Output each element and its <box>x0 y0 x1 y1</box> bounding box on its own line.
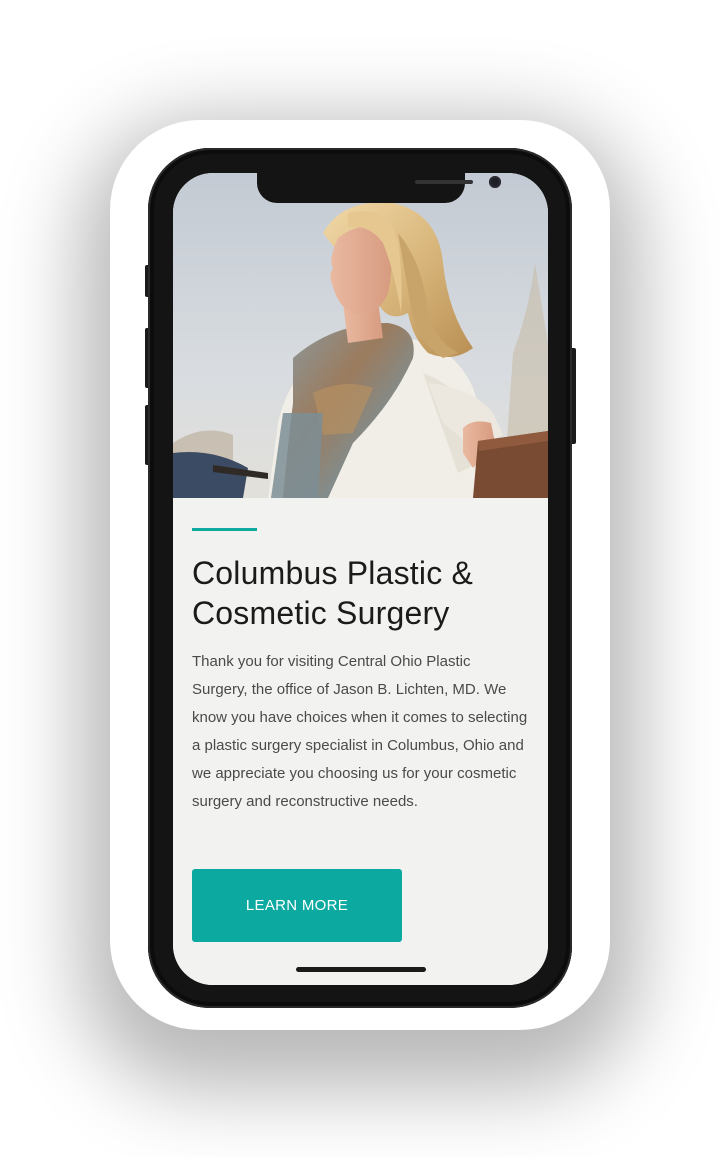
speaker-grille <box>415 180 473 184</box>
intro-paragraph: Thank you for visiting Central Ohio Plas… <box>192 653 528 810</box>
hero-image <box>173 173 548 498</box>
phone-screen: Columbus Plastic & Cosmetic Surgery Than… <box>173 173 548 985</box>
front-camera-icon <box>489 176 501 188</box>
content-panel: Columbus Plastic & Cosmetic Surgery Than… <box>173 498 548 985</box>
phone-notch <box>257 173 501 203</box>
accent-divider <box>192 528 257 531</box>
home-indicator[interactable] <box>296 967 426 972</box>
learn-more-button[interactable]: LEARN MORE <box>192 869 402 942</box>
page-title: Columbus Plastic & Cosmetic Surgery <box>192 555 474 631</box>
woman-on-bench-photo <box>173 173 548 498</box>
mockup-stage: Columbus Plastic & Cosmetic Surgery Than… <box>0 0 720 1157</box>
